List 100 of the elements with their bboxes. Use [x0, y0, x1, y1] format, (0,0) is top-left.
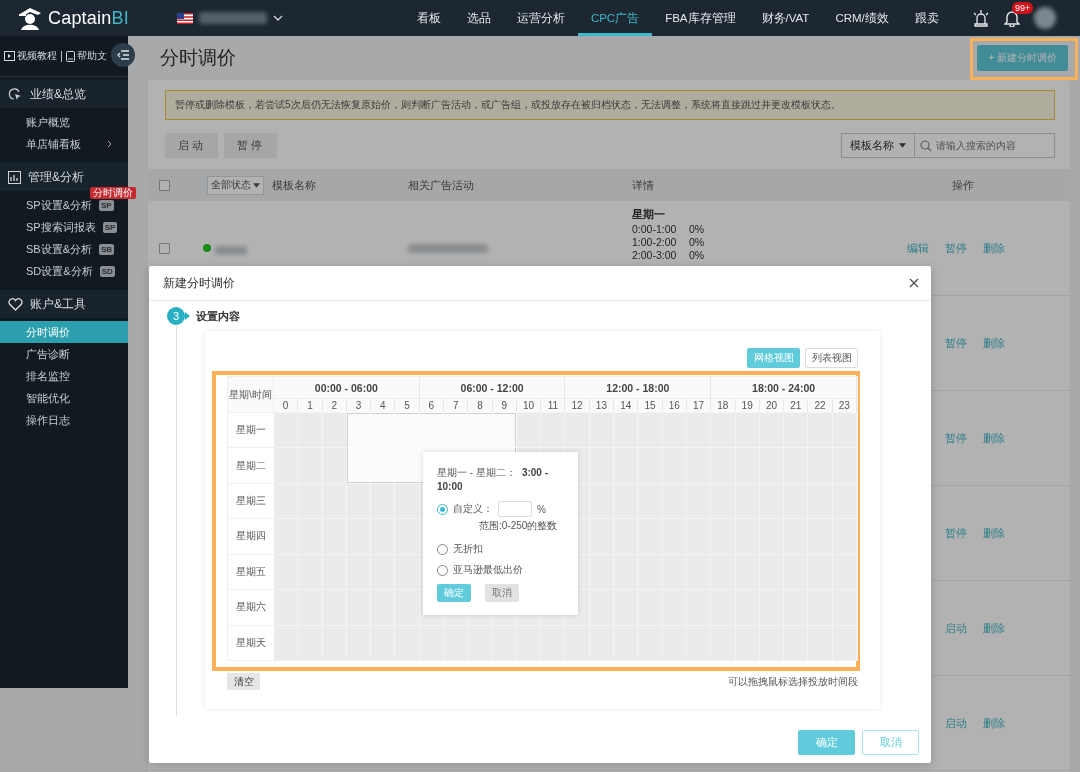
- grid-corner-label: 星期\时间: [228, 377, 274, 412]
- time-slot[interactable]: [492, 412, 517, 448]
- cursor-icon: [8, 86, 23, 102]
- notice-banner: 暂停或删除模板，若尝试5次后仍无法恢复原始价，则判断广告活动，或广告组，或投放存在被归档状态，无法调整，系统将直接跳过并更改模板状态。: [165, 90, 1055, 120]
- hour-header: 7: [444, 399, 469, 412]
- blurred-store-name: [198, 12, 267, 24]
- sidebar-item-label: SP搜索词报表: [26, 219, 96, 235]
- day-label: 星期五: [228, 553, 274, 590]
- sidebar-item[interactable]: 账户概览: [0, 111, 128, 133]
- sidebar-item[interactable]: 操作日志: [0, 409, 128, 431]
- hour-header: 8: [468, 399, 493, 412]
- caret-icon: [253, 182, 260, 188]
- option-label: 自定义：: [453, 502, 493, 516]
- nav-tab[interactable]: 财务/VAT: [748, 0, 823, 36]
- sidebar-item-label: 排名监控: [26, 368, 70, 384]
- checkbox[interactable]: [159, 179, 170, 191]
- hour-header: 10: [516, 399, 542, 412]
- collapse-button[interactable]: [111, 43, 135, 67]
- percent-field[interactable]: [498, 501, 532, 517]
- hour-header: 4: [371, 399, 396, 412]
- section-title: 账户&工具: [30, 295, 86, 313]
- hour-group-header: 18:00 - 24:00: [711, 377, 857, 399]
- logo-text: CaptainBI: [48, 7, 129, 29]
- hour-header: 15: [638, 399, 663, 412]
- hour-header: 5: [395, 399, 420, 412]
- hour-header: 19: [735, 399, 760, 412]
- hour-header: 22: [808, 399, 833, 412]
- time-slot[interactable]: [322, 447, 347, 483]
- nav-tab[interactable]: CPC广告: [577, 0, 653, 36]
- column-header: 相关广告活动: [407, 177, 475, 193]
- sidebar-item-label: 广告诊断: [26, 346, 70, 362]
- hour-header: 13: [589, 399, 615, 412]
- nav-tab[interactable]: 运营分析: [503, 0, 578, 36]
- chevron-down-icon[interactable]: [272, 15, 283, 21]
- sidebar-item[interactable]: SP搜索词报表 SP: [0, 216, 128, 238]
- hour-header: 0: [274, 399, 299, 412]
- step-number: 3: [167, 307, 185, 325]
- close-icon[interactable]: [909, 278, 919, 288]
- section-title: 管理&分析: [28, 168, 84, 186]
- siren-icon[interactable]: [972, 9, 990, 27]
- time-slot[interactable]: [832, 589, 857, 625]
- hour-group-header: 12:00 - 18:00: [565, 377, 712, 399]
- time-slot[interactable]: [371, 482, 396, 519]
- tag: SD: [99, 265, 115, 277]
- sidebar-item[interactable]: 排名监控: [0, 365, 128, 387]
- tag: SB: [99, 243, 115, 255]
- hour-header: 3: [346, 399, 372, 412]
- avatar[interactable]: [1034, 7, 1056, 29]
- sidebar-item-label: 账户概览: [26, 114, 70, 130]
- hour-header: 14: [614, 399, 639, 412]
- sidebar-item[interactable]: 单店铺看板: [0, 133, 128, 155]
- time-slot[interactable]: [516, 412, 542, 448]
- view-toggle[interactable]: 列表视图: [805, 348, 858, 368]
- flag-icon: [176, 12, 193, 24]
- sidebar-item[interactable]: SD设置&分析 SD: [0, 260, 128, 282]
- help-link[interactable]: 帮助文: [77, 49, 107, 63]
- badge: 分时调价: [90, 187, 136, 199]
- day-label: 星期四: [228, 518, 274, 554]
- hour-header: 1: [298, 399, 323, 412]
- status-filter[interactable]: 全部状态: [207, 175, 264, 195]
- time-slot[interactable]: [395, 482, 420, 519]
- nav-tab[interactable]: 看板: [403, 0, 454, 36]
- detail-time: 2:00-3:00: [632, 249, 678, 262]
- detail-value: 0%: [689, 223, 706, 236]
- section-title: 业绩&总览: [30, 85, 86, 103]
- time-slot[interactable]: [274, 412, 299, 448]
- sidebar-item-label: SP设置&分析: [26, 197, 92, 213]
- time-slot[interactable]: [322, 412, 347, 448]
- sidebar-item[interactable]: 智能优化: [0, 387, 128, 409]
- sidebar-item[interactable]: 广告诊断: [0, 343, 128, 365]
- nav-tab[interactable]: CRM/绩效: [822, 0, 902, 36]
- step-title: 设置内容: [196, 308, 240, 324]
- chevron-right-icon: [107, 140, 112, 148]
- help-link[interactable]: 视频教程: [17, 49, 57, 63]
- clear-button[interactable]: 清空: [227, 673, 260, 690]
- bell-icon[interactable]: [1004, 9, 1020, 27]
- nav-tab[interactable]: 选品: [453, 0, 504, 36]
- time-slot[interactable]: [832, 447, 857, 483]
- nav-tab[interactable]: 跟卖: [901, 0, 952, 36]
- action-button[interactable]: 暂停: [224, 133, 277, 158]
- caret-icon: [899, 143, 906, 148]
- option-label: 亚马逊最低出价: [453, 563, 523, 577]
- tag: SP: [99, 199, 114, 211]
- sidebar-item-label: 分时调价: [26, 324, 70, 340]
- hour-header: 18: [711, 399, 736, 412]
- search-icon: [920, 139, 932, 152]
- sidebar-item[interactable]: SB设置&分析 SB: [0, 238, 128, 260]
- page-title: 分时调价: [160, 46, 236, 70]
- time-slot[interactable]: [832, 518, 857, 554]
- nav-tab[interactable]: FBA库存管理: [652, 0, 749, 36]
- unit-label: %: [537, 503, 546, 515]
- tag: SP: [102, 221, 118, 233]
- action-button[interactable]: 启动: [165, 133, 218, 158]
- sidebar-item-label: SD设置&分析: [26, 263, 93, 279]
- dialog-title: 新建分时调价: [163, 274, 235, 292]
- collapse-icon: [117, 50, 129, 60]
- column-header: 详情: [631, 177, 655, 193]
- hour-header: 17: [686, 399, 712, 412]
- time-slot[interactable]: [832, 412, 857, 448]
- checkbox[interactable]: [159, 242, 170, 254]
